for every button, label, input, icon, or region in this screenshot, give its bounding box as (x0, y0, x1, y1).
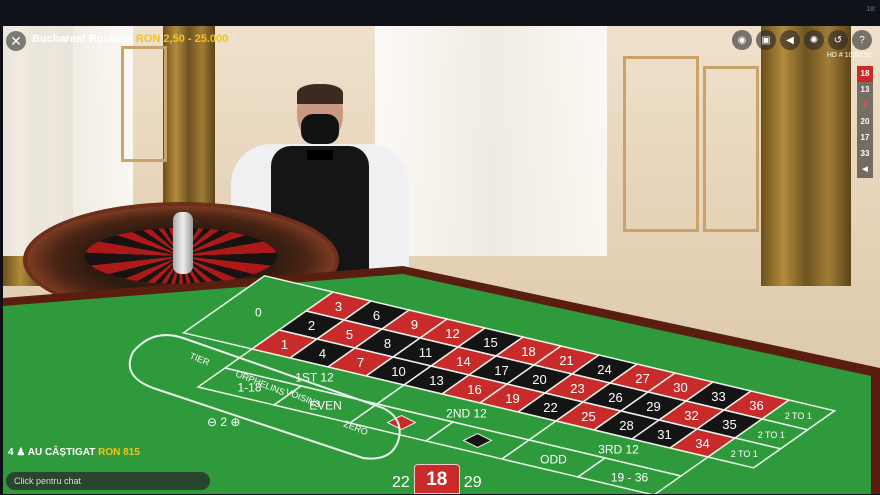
history-number: 13 (860, 85, 870, 94)
stream-info: HD # 10:50:51 (827, 52, 872, 59)
neighbours-count: ⊖ 2 ⊕ (207, 415, 240, 429)
next-result: 29 (463, 474, 482, 491)
winners-label: AU CÂȘTIGAT (27, 447, 96, 458)
browser-top-bar: 18: (0, 0, 880, 26)
zero-label: 0 (255, 305, 262, 319)
number-label: 5 (346, 327, 353, 342)
number-label: 23 (570, 381, 584, 396)
wall-panel (121, 46, 167, 162)
close-button[interactable]: ✕ (6, 31, 26, 51)
dozen-bet-label: 2ND 12 (446, 407, 487, 421)
number-label: 22 (543, 400, 557, 415)
sound-icon[interactable]: ◀ (780, 30, 800, 50)
number-label: 19 (505, 391, 519, 406)
dozen-bet-label: 3RD 12 (598, 443, 639, 457)
chat-input[interactable]: Click pentru chat (6, 472, 210, 490)
history-number: 17 (860, 133, 870, 142)
help-icon[interactable]: ? (852, 30, 872, 50)
number-label: 25 (581, 409, 595, 424)
right-curtain (761, 26, 851, 286)
history-number: 33 (860, 149, 870, 158)
bet-limits: RON 2,50 - 25.000 (135, 33, 229, 45)
number-label: 4 (319, 346, 326, 361)
face-mask (301, 114, 339, 144)
number-label: 18 (521, 344, 535, 359)
winners-banner: 4 ♟ AU CÂȘTIGAT RON 815 (8, 447, 140, 458)
settings-icon[interactable]: ✺ (804, 30, 824, 50)
results-history: 18 13 3 20 17 33 ◀ (857, 66, 873, 178)
number-label: 17 (494, 363, 508, 378)
game-title: Bucharest Roulette RON 2,50 - 25.000 ✎ (32, 33, 244, 45)
number-label: 26 (608, 390, 622, 405)
number-label: 29 (646, 399, 660, 414)
winners-amount: RON 815 (98, 447, 140, 458)
number-label: 32 (684, 408, 698, 423)
number-label: 30 (673, 380, 687, 395)
hd-badge[interactable]: HD (827, 52, 837, 59)
number-label: 15 (483, 335, 497, 350)
number-label: 9 (411, 317, 418, 332)
number-label: 6 (373, 308, 380, 323)
history-number: 18 (857, 66, 873, 82)
betting-table: 0 369121518212427303336258111417202326293… (3, 266, 880, 494)
winners-count: 4 (8, 447, 14, 458)
history-icon[interactable]: ↺ (828, 30, 848, 50)
number-label: 28 (619, 418, 633, 433)
number-label: 2 (308, 318, 315, 333)
number-label: 10 (391, 364, 405, 379)
last-results-strip: 22 18 29 (390, 464, 484, 494)
number-label: 7 (357, 355, 364, 370)
history-expand-icon[interactable]: ◀ (857, 162, 873, 178)
game-name: Bucharest Roulette (32, 33, 133, 45)
number-label: 34 (695, 436, 709, 451)
dozen-bet-label: 1ST 12 (295, 371, 334, 385)
history-number: 3 (862, 101, 868, 110)
odd-bet-label: ODD (540, 453, 567, 467)
column-bet-label: 2 TO 1 (785, 411, 812, 421)
number-label: 24 (597, 362, 611, 377)
corner-clock: 18: (866, 6, 876, 13)
number-label: 12 (445, 326, 459, 341)
live-video-stage: 0 3 6 9 12 15 18 21 24 27 30 33 36 2 5 8 11 14 17 20 23 26 29 3… (3, 26, 880, 494)
number-label: 27 (635, 371, 649, 386)
column-bet-label: 2 TO 1 (758, 430, 785, 440)
column-bet-label: 2 TO 1 (731, 449, 758, 459)
pin-icon[interactable]: ✎ (235, 34, 243, 45)
person-icon: ♟ (16, 447, 26, 458)
previous-result: 22 (392, 474, 410, 491)
number-label: 36 (749, 398, 763, 413)
wall-panel (623, 56, 699, 232)
wall-panel (703, 66, 759, 232)
bow-tie (307, 150, 333, 160)
number-label: 35 (722, 417, 736, 432)
number-label: 8 (384, 336, 391, 351)
window-sheer-curtain (375, 26, 607, 256)
number-label: 16 (467, 382, 481, 397)
number-label: 33 (711, 389, 725, 404)
camera-icon[interactable]: ▣ (756, 30, 776, 50)
current-result: 18 (413, 464, 460, 494)
number-label: 31 (657, 427, 671, 442)
number-label: 11 (419, 345, 433, 360)
number-label: 14 (456, 354, 470, 369)
chips-icon[interactable]: ◉ (732, 30, 752, 50)
number-label: 13 (429, 373, 443, 388)
number-label: 21 (559, 353, 573, 368)
history-number: 20 (860, 117, 870, 126)
number-label: 1 (281, 337, 288, 352)
top-toolbar: ◉ ▣ ◀ ✺ ↺ ? (732, 30, 872, 50)
stream-time: # 10:50:51 (838, 52, 872, 59)
number-label: 3 (335, 299, 342, 314)
high-bet-label: 19 - 36 (611, 471, 649, 485)
number-label: 20 (532, 372, 546, 387)
